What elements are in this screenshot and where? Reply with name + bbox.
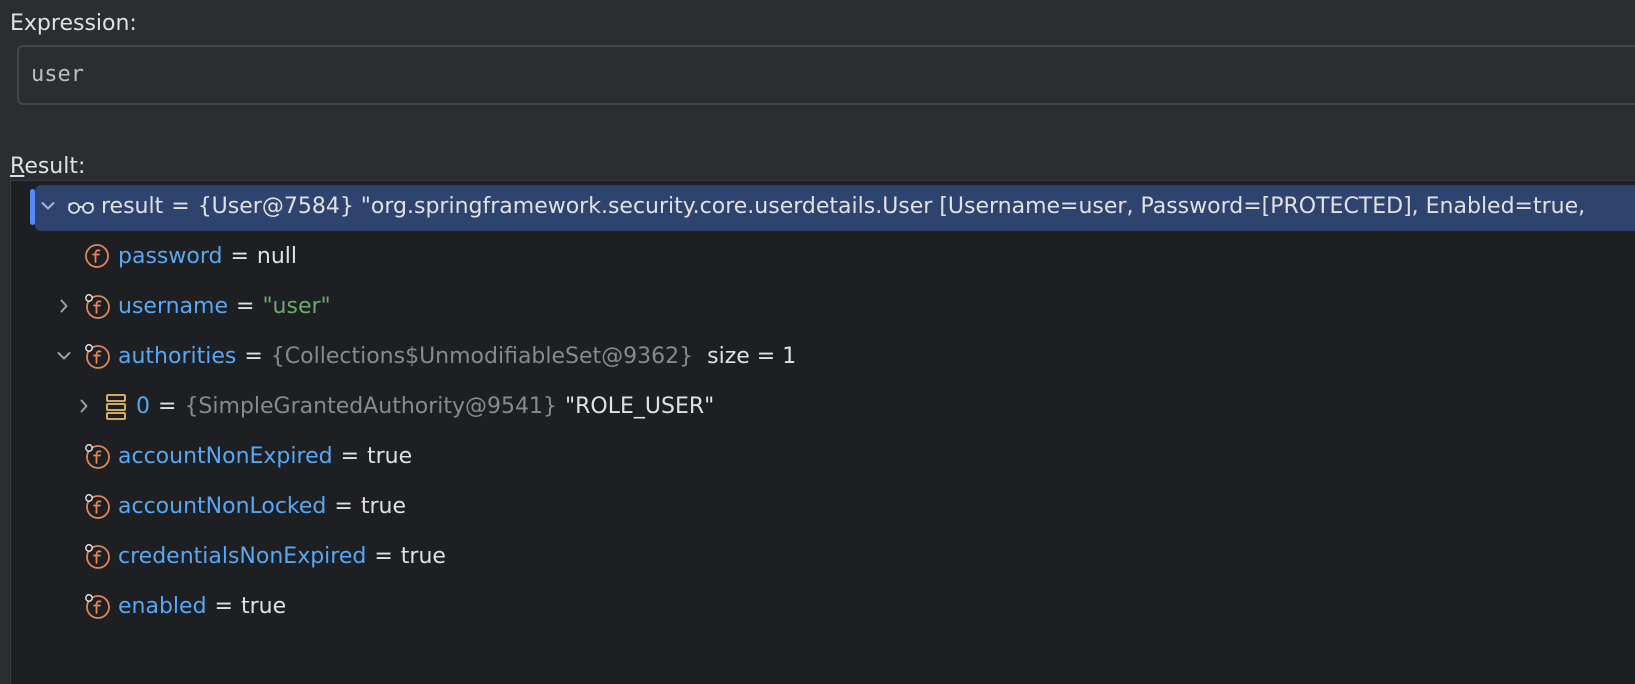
result-label-rest: esult:	[24, 154, 86, 179]
chevron-down-icon[interactable]	[53, 331, 75, 381]
tree-row-authorities[interactable]: authorities = {Collections$UnmodifiableS…	[11, 331, 1635, 381]
evaluate-expression-dialog: Expression: user Result: result = {User@…	[0, 0, 1635, 684]
field-name: password	[118, 243, 223, 269]
field-name: accountNonExpired	[118, 443, 333, 469]
field-name: enabled	[118, 593, 207, 619]
field-final-icon	[84, 593, 110, 619]
root-equals: =	[171, 193, 190, 219]
field-equals: =	[230, 243, 249, 269]
tree-row-username[interactable]: username = "user"	[11, 281, 1635, 331]
root-value: {User@7584} "org.springframework.securit…	[197, 193, 1586, 219]
array-element-icon	[105, 393, 127, 421]
field-final-icon	[84, 443, 110, 469]
root-name: result	[101, 193, 164, 219]
element-value: "ROLE_USER"	[565, 393, 715, 419]
tree-row-enabled[interactable]: enabled = true	[11, 581, 1635, 631]
field-value: true	[400, 543, 446, 569]
watch-glasses-icon	[66, 193, 96, 219]
tree-row-password[interactable]: password = null	[11, 231, 1635, 281]
result-label-mnemonic: R	[10, 154, 25, 179]
field-equals: =	[214, 593, 233, 619]
field-value: true	[240, 593, 287, 619]
element-index: 0	[136, 393, 150, 419]
collection-size: size = 1	[707, 343, 797, 369]
field-name: accountNonLocked	[118, 493, 327, 519]
field-name: credentialsNonExpired	[118, 543, 367, 569]
expression-input-text[interactable]: user	[31, 61, 84, 89]
result-label: Result:	[10, 153, 85, 181]
result-tree[interactable]: result = {User@7584} "org.springframewor…	[10, 181, 1635, 684]
field-value: "user"	[262, 293, 331, 319]
field-value: null	[256, 243, 298, 269]
tree-row-authority-0[interactable]: 0 = {SimpleGrantedAuthority@9541} "ROLE_…	[11, 381, 1635, 431]
chevron-down-icon[interactable]	[37, 181, 59, 231]
field-final-icon	[84, 293, 110, 319]
field-final-icon	[84, 493, 110, 519]
field-value: true	[360, 493, 406, 519]
field-name: username	[118, 293, 228, 319]
expression-label: Expression:	[10, 11, 137, 36]
tree-row-credentialsNonExpired[interactable]: credentialsNonExpired = true	[11, 531, 1635, 581]
chevron-right-icon[interactable]	[53, 281, 75, 331]
field-equals: =	[340, 443, 360, 469]
field-final-icon	[84, 543, 110, 569]
tree-row-accountNonExpired[interactable]: accountNonExpired = true	[11, 431, 1635, 481]
tree-row-accountNonLocked[interactable]: accountNonLocked = true	[11, 481, 1635, 531]
field-equals: =	[244, 343, 263, 369]
field-equals: =	[334, 493, 353, 519]
field-equals: =	[374, 543, 393, 569]
chevron-right-icon[interactable]	[73, 381, 95, 431]
element-equals: =	[158, 393, 177, 419]
field-name: authorities	[118, 343, 237, 369]
element-type: {SimpleGrantedAuthority@9541}	[184, 393, 558, 419]
field-type: {Collections$UnmodifiableSet@9362}	[270, 343, 694, 369]
expression-input[interactable]: user	[17, 45, 1635, 105]
tree-row-result[interactable]: result = {User@7584} "org.springframewor…	[11, 181, 1635, 231]
field-equals: =	[236, 293, 255, 319]
focus-indicator	[30, 189, 35, 225]
field-icon	[84, 243, 110, 269]
field-value: true	[367, 443, 413, 469]
field-final-icon	[84, 343, 110, 369]
